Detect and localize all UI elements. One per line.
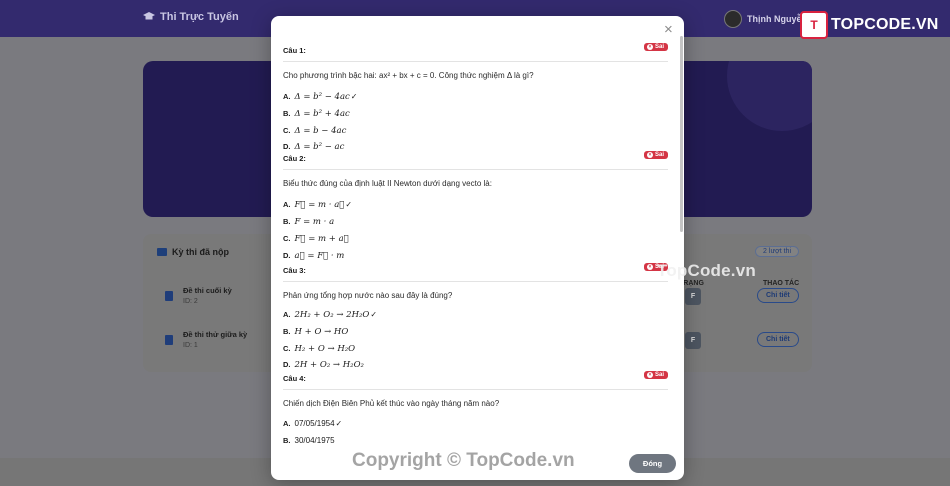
- detail-button[interactable]: Chi tiết: [757, 288, 799, 303]
- question-header: Câu 1: × Sai: [283, 43, 668, 62]
- option-text: 2H + O₂ → H₂O₂: [294, 360, 364, 370]
- option-text: F⃗ = m · a⃗: [294, 200, 345, 210]
- question-label: Câu 2:: [283, 154, 306, 163]
- x-circle-icon: ×: [646, 264, 653, 270]
- question-header: Câu 2: × Sai: [283, 151, 668, 170]
- option-letter: D.: [283, 251, 291, 260]
- attempt-count-badge: 2 lượt thi: [755, 246, 799, 257]
- wrong-badge-label: Sai: [654, 372, 664, 378]
- option-letter: B.: [283, 217, 291, 226]
- answer-option: A. 2H₂ + O₂ → 2H₂O✓: [283, 310, 377, 320]
- submitted-exams-title: Kỳ thi đã nộp: [157, 247, 229, 257]
- question-header: Câu 3: × Sai: [283, 263, 668, 282]
- answer-option: A. F⃗ = m · a⃗✓: [283, 200, 352, 210]
- check-icon: ✓: [370, 310, 378, 319]
- option-text: H₂ + O → H₂O: [294, 344, 356, 354]
- answer-option: B. H + O → HO: [283, 327, 348, 337]
- document-icon: [165, 335, 173, 345]
- wrong-badge: × Sai: [643, 151, 668, 159]
- option-letter: A.: [283, 310, 291, 319]
- wrong-badge: × Sai: [643, 371, 668, 379]
- answer-option: A. Δ = b² − 4ac✓: [283, 92, 357, 102]
- option-text: 30/04/1975: [294, 436, 335, 445]
- option-letter: D.: [283, 360, 291, 369]
- option-letter: C.: [283, 126, 291, 135]
- watermark-copyright: Copyright © TopCode.vn: [352, 450, 575, 471]
- option-letter: A.: [283, 92, 291, 101]
- answer-option: B. 30/04/1975: [283, 436, 335, 445]
- brand-label: Thi Trực Tuyến: [160, 11, 239, 23]
- x-circle-icon: ×: [646, 372, 653, 378]
- answer-option: C. F⃗ = m + a⃗: [283, 234, 349, 244]
- answer-option: A. 07/05/1954✓: [283, 419, 342, 428]
- close-button[interactable]: Đóng: [629, 454, 676, 473]
- option-text: F⃗ = m + a⃗: [294, 234, 349, 244]
- answer-option: C. H₂ + O → H₂O: [283, 344, 355, 354]
- brand[interactable]: Thi Trực Tuyến: [143, 11, 239, 23]
- option-text: Δ = b² − ac: [294, 142, 345, 152]
- question-text: Cho phương trình bậc hai: ax² + bx + c =…: [283, 71, 534, 80]
- option-text: 2H₂ + O₂ → 2H₂O: [294, 310, 370, 320]
- avatar: [724, 10, 742, 28]
- option-text: H + O → HO: [294, 327, 349, 337]
- hero-decoration: [727, 61, 812, 131]
- exam-id: ID: 1: [183, 342, 198, 349]
- wrong-badge-label: Sai: [654, 152, 664, 158]
- question-label: Câu 4:: [283, 374, 306, 383]
- answer-option: C. Δ = b − 4ac: [283, 126, 346, 136]
- wrong-badge: × Sai: [643, 43, 668, 51]
- answer-option: D. a⃗ = F⃗ · m: [283, 251, 344, 261]
- exam-name: Đề thi cuối kỳ: [183, 286, 232, 295]
- close-icon[interactable]: ×: [664, 22, 673, 37]
- option-text: Δ = b − 4ac: [294, 126, 347, 136]
- option-text: Δ = b² + 4ac: [294, 109, 350, 119]
- option-letter: A.: [283, 200, 291, 209]
- check-icon: ✓: [335, 419, 343, 428]
- option-letter: A.: [283, 419, 291, 428]
- question-text: Chiến dịch Điện Biên Phủ kết thúc vào ng…: [283, 399, 500, 408]
- option-text: 07/05/1954: [294, 419, 335, 428]
- grade-badge: F: [685, 332, 701, 349]
- option-letter: C.: [283, 344, 291, 353]
- graduation-cap-icon: [143, 12, 155, 20]
- folder-icon: [157, 248, 167, 256]
- check-icon: ✓: [345, 200, 353, 209]
- modal-scrollbar[interactable]: [680, 36, 683, 232]
- answer-option: D. 2H + O₂ → H₂O₂: [283, 360, 364, 370]
- answer-option: D. Δ = b² − ac: [283, 142, 344, 152]
- option-letter: B.: [283, 327, 291, 336]
- x-circle-icon: ×: [646, 152, 653, 158]
- answer-option: B. Δ = b² + 4ac: [283, 109, 350, 119]
- topcode-logo-mark: T: [800, 11, 828, 39]
- check-icon: ✓: [350, 92, 358, 101]
- question-label: Câu 1:: [283, 46, 306, 55]
- question-text: Biểu thức đúng của định luật II Newton d…: [283, 179, 492, 188]
- option-text: Δ = b² − 4ac: [294, 92, 350, 102]
- topcode-logo-text: TOPCODE.VN: [831, 16, 939, 33]
- topcode-logo: T TOPCODE.VN: [800, 11, 939, 39]
- option-text: F = m · a: [294, 217, 335, 227]
- user-name: Thịnh Nguyễn: [747, 14, 807, 24]
- exam-result-modal: × Câu 1: × Sai Cho phương trình bậc hai:…: [271, 16, 684, 480]
- option-text: a⃗ = F⃗ · m: [294, 251, 345, 261]
- option-letter: D.: [283, 142, 291, 151]
- option-letter: B.: [283, 109, 291, 118]
- exam-name: Đề thi thử giữa kỳ: [183, 330, 248, 339]
- detail-button[interactable]: Chi tiết: [757, 332, 799, 347]
- question-label: Câu 3:: [283, 266, 306, 275]
- document-icon: [165, 291, 173, 301]
- question-header: Câu 4: × Sai: [283, 371, 668, 390]
- watermark-center: TopCode.vn: [657, 261, 756, 280]
- x-circle-icon: ×: [646, 44, 653, 50]
- submitted-exams-label: Kỳ thi đã nộp: [172, 247, 229, 257]
- grade-badge: F: [685, 288, 701, 305]
- option-letter: C.: [283, 234, 291, 243]
- user-menu[interactable]: Thịnh Nguyễn: [724, 10, 807, 28]
- option-letter: B.: [283, 436, 291, 445]
- exam-id: ID: 2: [183, 298, 198, 305]
- question-text: Phản ứng tổng hợp nước nào sau đây là đú…: [283, 291, 453, 300]
- answer-option: B. F = m · a: [283, 217, 334, 227]
- wrong-badge-label: Sai: [654, 44, 664, 50]
